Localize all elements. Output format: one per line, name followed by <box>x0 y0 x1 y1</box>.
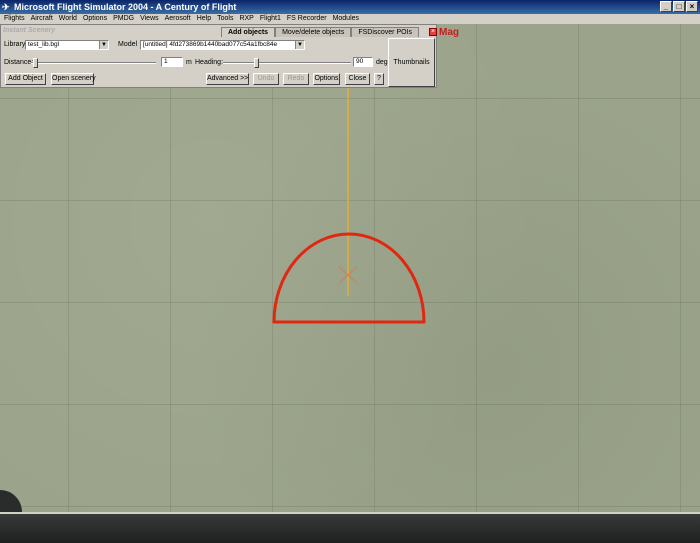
chevron-down-icon[interactable]: ▼ <box>99 41 108 49</box>
undo-button[interactable]: Undo <box>253 73 279 85</box>
distance-value: 1 <box>164 58 168 65</box>
tab-fsdiscover-pois[interactable]: FSDiscover POIs <box>351 27 420 37</box>
slider-track <box>31 62 156 64</box>
options-button[interactable]: Options <box>313 73 340 85</box>
distance-unit: m <box>186 59 192 66</box>
model-label: Model <box>118 41 138 48</box>
advanced-button[interactable]: Advanced >> <box>206 73 249 85</box>
panel-title: Instant Scenery <box>3 27 56 34</box>
heading-value: 90 <box>356 58 364 65</box>
chevron-down-icon[interactable]: ▼ <box>295 41 304 49</box>
model-select[interactable]: [untitled] 4fd273869b1440bad077c54a1fbc8… <box>140 40 305 50</box>
library-select[interactable]: test_lib.bgl ▼ <box>25 40 109 50</box>
heading-label: Heading: <box>195 59 224 66</box>
thumbnails-button[interactable]: Thumbnails <box>388 38 435 87</box>
slider-track <box>223 62 351 64</box>
slider-thumb[interactable] <box>33 58 38 68</box>
library-value: test_lib.bgl <box>28 41 60 48</box>
close-panel-button[interactable]: Close <box>345 73 370 85</box>
thumbnails-label: Thumbnails <box>393 59 430 66</box>
object-outline[interactable] <box>272 232 426 324</box>
mag-label: Mag <box>439 27 459 38</box>
distance-input[interactable]: 1 <box>161 57 183 67</box>
panel-close-icon[interactable]: × <box>429 28 437 36</box>
slider-thumb[interactable] <box>254 58 259 68</box>
heading-unit: deg <box>376 59 388 66</box>
help-button[interactable]: ? <box>374 73 384 85</box>
model-value: [untitled] 4fd273869b1440bad077c54a1fbc8… <box>143 41 278 48</box>
heading-input[interactable]: 90 <box>353 57 373 67</box>
panel-tabs: Add objects Move/delete objects FSDiscov… <box>221 27 420 37</box>
instant-scenery-panel: Instant Scenery Add objects Move/delete … <box>0 24 437 88</box>
tab-move-delete-objects[interactable]: Move/delete objects <box>275 27 352 37</box>
library-label: Library: <box>4 41 28 48</box>
redo-button[interactable]: Redo <box>283 73 309 85</box>
distance-label: Distance: <box>4 59 34 66</box>
heading-slider[interactable] <box>223 58 351 68</box>
open-scenery-button[interactable]: Open scenery <box>51 73 96 85</box>
tab-add-objects[interactable]: Add objects <box>221 27 276 37</box>
add-object-button[interactable]: Add Object <box>5 73 46 85</box>
distance-slider[interactable] <box>31 58 156 68</box>
